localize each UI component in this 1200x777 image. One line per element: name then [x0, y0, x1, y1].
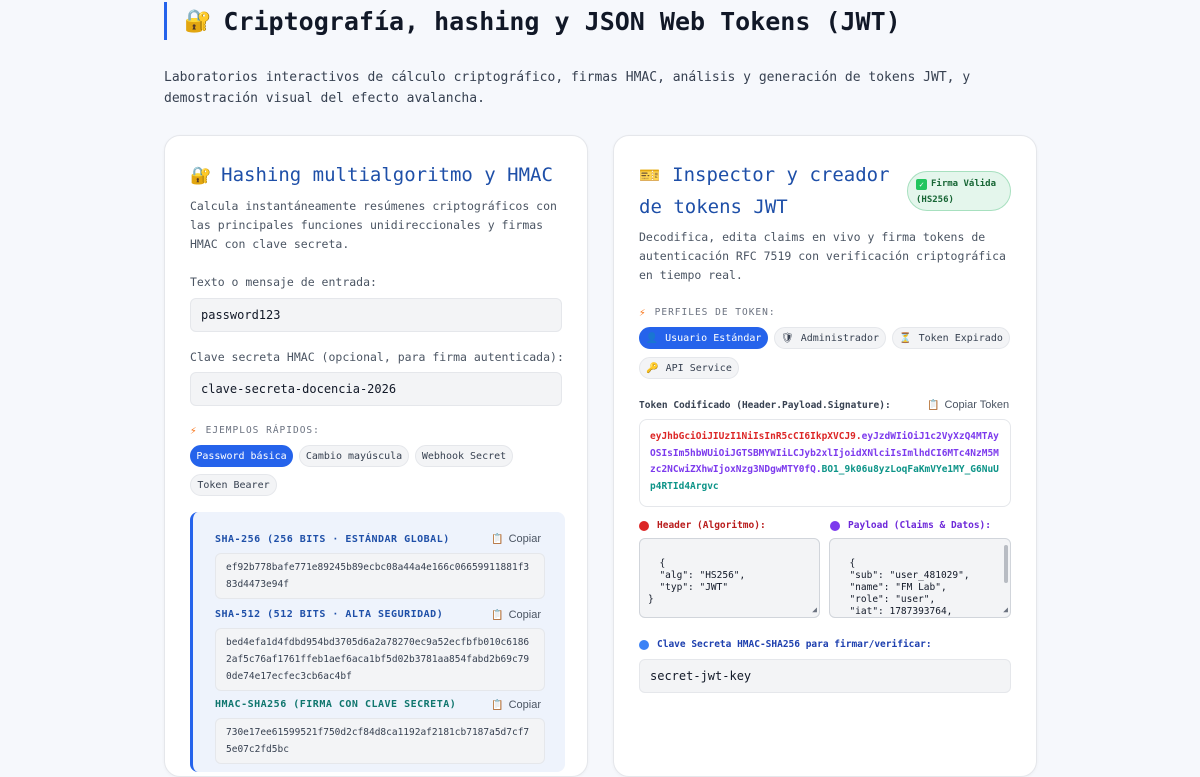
- encoded-token-editor[interactable]: eyJhbGciOiJIUzI1NiIsInR5cCI6IkpXVCJ9.eyJ…: [639, 419, 1011, 507]
- copy-label: Copiar: [508, 699, 541, 711]
- jwt-title-line1: Inspector y creador: [672, 164, 890, 186]
- clipboard-icon: 📋: [491, 699, 504, 711]
- jwt-secret-value: secret-jwt-key: [650, 669, 752, 683]
- profiles-label: ⚡ PERFILES DE TOKEN:: [639, 306, 776, 319]
- hashing-card-title: 🔐 Hashing multialgoritmo y HMAC: [190, 160, 553, 192]
- user-icon: 👤: [645, 332, 659, 344]
- copy-label: Copiar: [508, 609, 541, 621]
- ticket-icon: 🎫: [639, 166, 661, 186]
- header-json-text: { "alg": "HS256", "typ": "JWT" }: [648, 558, 746, 605]
- header-json-editor[interactable]: { "alg": "HS256", "typ": "JWT" } ◢: [639, 538, 820, 618]
- example-uppercase-change[interactable]: Cambio mayúscula: [299, 445, 409, 467]
- resize-handle-icon[interactable]: ◢: [1003, 604, 1008, 616]
- hashing-title-text: Hashing multialgoritmo y HMAC: [221, 164, 553, 186]
- examples-label: ⚡ EJEMPLOS RÁPIDOS:: [190, 424, 320, 437]
- copy-label: Copiar: [508, 533, 541, 545]
- jwt-title-line2: de tokens JWT: [639, 196, 788, 218]
- copy-hmac-button[interactable]: 📋 Copiar: [491, 699, 541, 711]
- hmac-sha256-value: 730e17ee61599521f750d2cf84d8ca1192af2181…: [215, 718, 545, 764]
- payload-scrollbar[interactable]: [1004, 545, 1008, 583]
- message-input[interactable]: password123: [190, 298, 562, 332]
- encoded-token-label: Token Codificado (Header.Payload.Signatu…: [639, 400, 891, 411]
- hash-results-panel: SHA-256 (256 BITS · ESTÁNDAR GLOBAL) 📋 C…: [190, 512, 565, 772]
- sha256-title: SHA-256 (256 BITS · ESTÁNDAR GLOBAL): [215, 534, 450, 545]
- profile-expired-token[interactable]: ⏳ Token Expirado: [892, 327, 1010, 349]
- payload-json-text: { "sub": "user_481029", "name": "FM Lab"…: [849, 558, 970, 617]
- copy-sha256-button[interactable]: 📋 Copiar: [491, 533, 541, 545]
- shield-icon: 🛡: [781, 332, 794, 344]
- copy-token-button[interactable]: 📋 Copiar Token: [927, 399, 1176, 411]
- lock-icon: 🔐: [184, 8, 212, 34]
- hmac-sha256-title: HMAC-SHA256 (FIRMA CON CLAVE SECRETA): [215, 699, 457, 710]
- secret-section-label: Clave Secreta HMAC-SHA256 para firmar/ve…: [639, 639, 932, 650]
- page-intro: Laboratorios interactivos de cálculo cri…: [164, 70, 971, 106]
- payload-section-label: Payload (Claims & Datos):: [830, 520, 991, 531]
- secret-label-text: Clave Secreta HMAC-SHA256 para firmar/ve…: [657, 639, 932, 650]
- clipboard-icon: 📋: [927, 399, 940, 411]
- purple-dot-icon: [830, 520, 840, 531]
- example-password-basic[interactable]: Password básica: [190, 445, 293, 467]
- hourglass-icon: ⏳: [899, 332, 912, 344]
- profile-admin[interactable]: 🛡 Administrador: [774, 327, 886, 349]
- badge-text: Firma Válida (HS256): [916, 179, 997, 205]
- header-section-label: Header (Algoritmo):: [639, 520, 766, 531]
- payload-json-editor[interactable]: { "sub": "user_481029", "name": "FM Lab"…: [829, 538, 1011, 618]
- lightning-icon: ⚡: [639, 306, 647, 319]
- sha256-value: ef92b778bafe771e89245b89ecbc08a44a4e166c…: [215, 553, 545, 599]
- examples-label-text: EJEMPLOS RÁPIDOS:: [205, 425, 320, 436]
- profile-label: Administrador: [800, 332, 879, 344]
- example-token-bearer[interactable]: Token Bearer: [190, 474, 277, 496]
- jwt-description: Decodifica, edita claims en vivo y firma…: [639, 230, 1006, 282]
- resize-handle-icon[interactable]: ◢: [812, 604, 817, 616]
- red-dot-icon: [639, 520, 649, 531]
- jwt-card-title: 🎫 Inspector y creador de tokens JWT: [639, 160, 894, 223]
- clipboard-icon: 📋: [491, 533, 504, 545]
- hmac-key-input[interactable]: clave-secreta-docencia-2026: [190, 372, 562, 406]
- lightning-icon: ⚡: [190, 424, 198, 437]
- profile-label: Usuario Estándar: [665, 332, 762, 344]
- lock-icon: 🔐: [190, 166, 212, 186]
- blue-dot-icon: [639, 639, 649, 650]
- hmac-key-label: Clave secreta HMAC (opcional, para firma…: [190, 350, 564, 364]
- jwt-secret-input[interactable]: secret-jwt-key: [639, 659, 1011, 693]
- header-label-text: Header (Algoritmo):: [657, 520, 766, 531]
- token-header-part: eyJhbGciOiJIUzI1NiIsInR5cCI6IkpXVCJ9.: [650, 431, 862, 442]
- hmac-key-value: clave-secreta-docencia-2026: [201, 382, 397, 396]
- profile-standard-user[interactable]: 👤 Usuario Estándar: [639, 327, 768, 349]
- page-title: 🔐 Criptografía, hashing y JSON Web Token…: [164, 2, 901, 40]
- copy-sha512-button[interactable]: 📋 Copiar: [491, 609, 541, 621]
- profile-label: Token Expirado: [918, 332, 1003, 344]
- sha512-title: SHA-512 (512 BITS · ALTA SEGURIDAD): [215, 609, 444, 620]
- profile-api-service[interactable]: 🔑 API Service: [639, 357, 739, 379]
- input-label: Texto o mensaje de entrada:: [190, 275, 377, 289]
- copy-token-label: Copiar Token: [944, 399, 1010, 411]
- example-webhook-secret[interactable]: Webhook Secret: [415, 445, 513, 467]
- profiles-label-text: PERFILES DE TOKEN:: [654, 307, 776, 318]
- page-title-text: Criptografía, hashing y JSON Web Tokens …: [223, 6, 901, 36]
- check-icon: ✓: [916, 179, 927, 190]
- sha512-value: bed4efa1d4fdbd954bd3705d6a2a78270ec9a52e…: [215, 628, 545, 691]
- clipboard-icon: 📋: [491, 609, 504, 621]
- signature-valid-badge: ✓ Firma Válida (HS256): [907, 171, 1011, 211]
- hashing-description: Calcula instantáneamente resúmenes cript…: [190, 199, 557, 251]
- payload-label-text: Payload (Claims & Datos):: [848, 520, 991, 531]
- profile-label: API Service: [665, 362, 732, 374]
- key-icon: 🔑: [646, 362, 659, 374]
- message-input-value: password123: [201, 308, 281, 322]
